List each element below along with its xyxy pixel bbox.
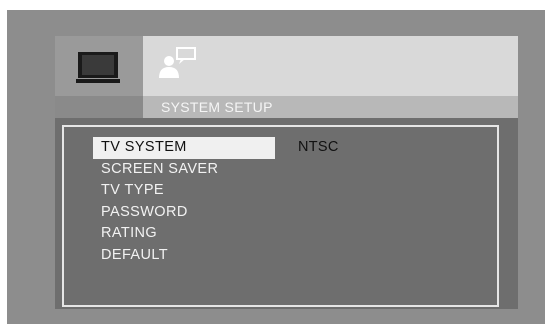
menu-item-default[interactable]: DEFAULT [93,245,275,267]
menu-item-rating[interactable]: RATING [93,223,275,245]
tv-icon [76,52,120,83]
menu-item-tv-type[interactable]: TV TYPE [93,180,275,202]
page-title: SYSTEM SETUP [161,99,273,115]
menu-item-tv-system[interactable]: TV SYSTEM [93,137,275,159]
osd-frame: SYSTEM SETUP TV SYSTEM SCREEN SAVER TV T… [7,10,545,324]
tab-tv[interactable] [55,36,143,96]
menu-item-password[interactable]: PASSWORD [93,202,275,224]
tab-tv-base [55,96,143,118]
settings-menu: TV SYSTEM SCREEN SAVER TV TYPE PASSWORD … [93,137,275,267]
title-bar: SYSTEM SETUP [143,96,518,118]
menu-item-screen-saver[interactable]: SCREEN SAVER [93,159,275,181]
selected-value[interactable]: NTSC [298,137,339,159]
setup-panel: SYSTEM SETUP TV SYSTEM SCREEN SAVER TV T… [55,36,518,309]
user-speech-icon[interactable] [157,46,199,80]
